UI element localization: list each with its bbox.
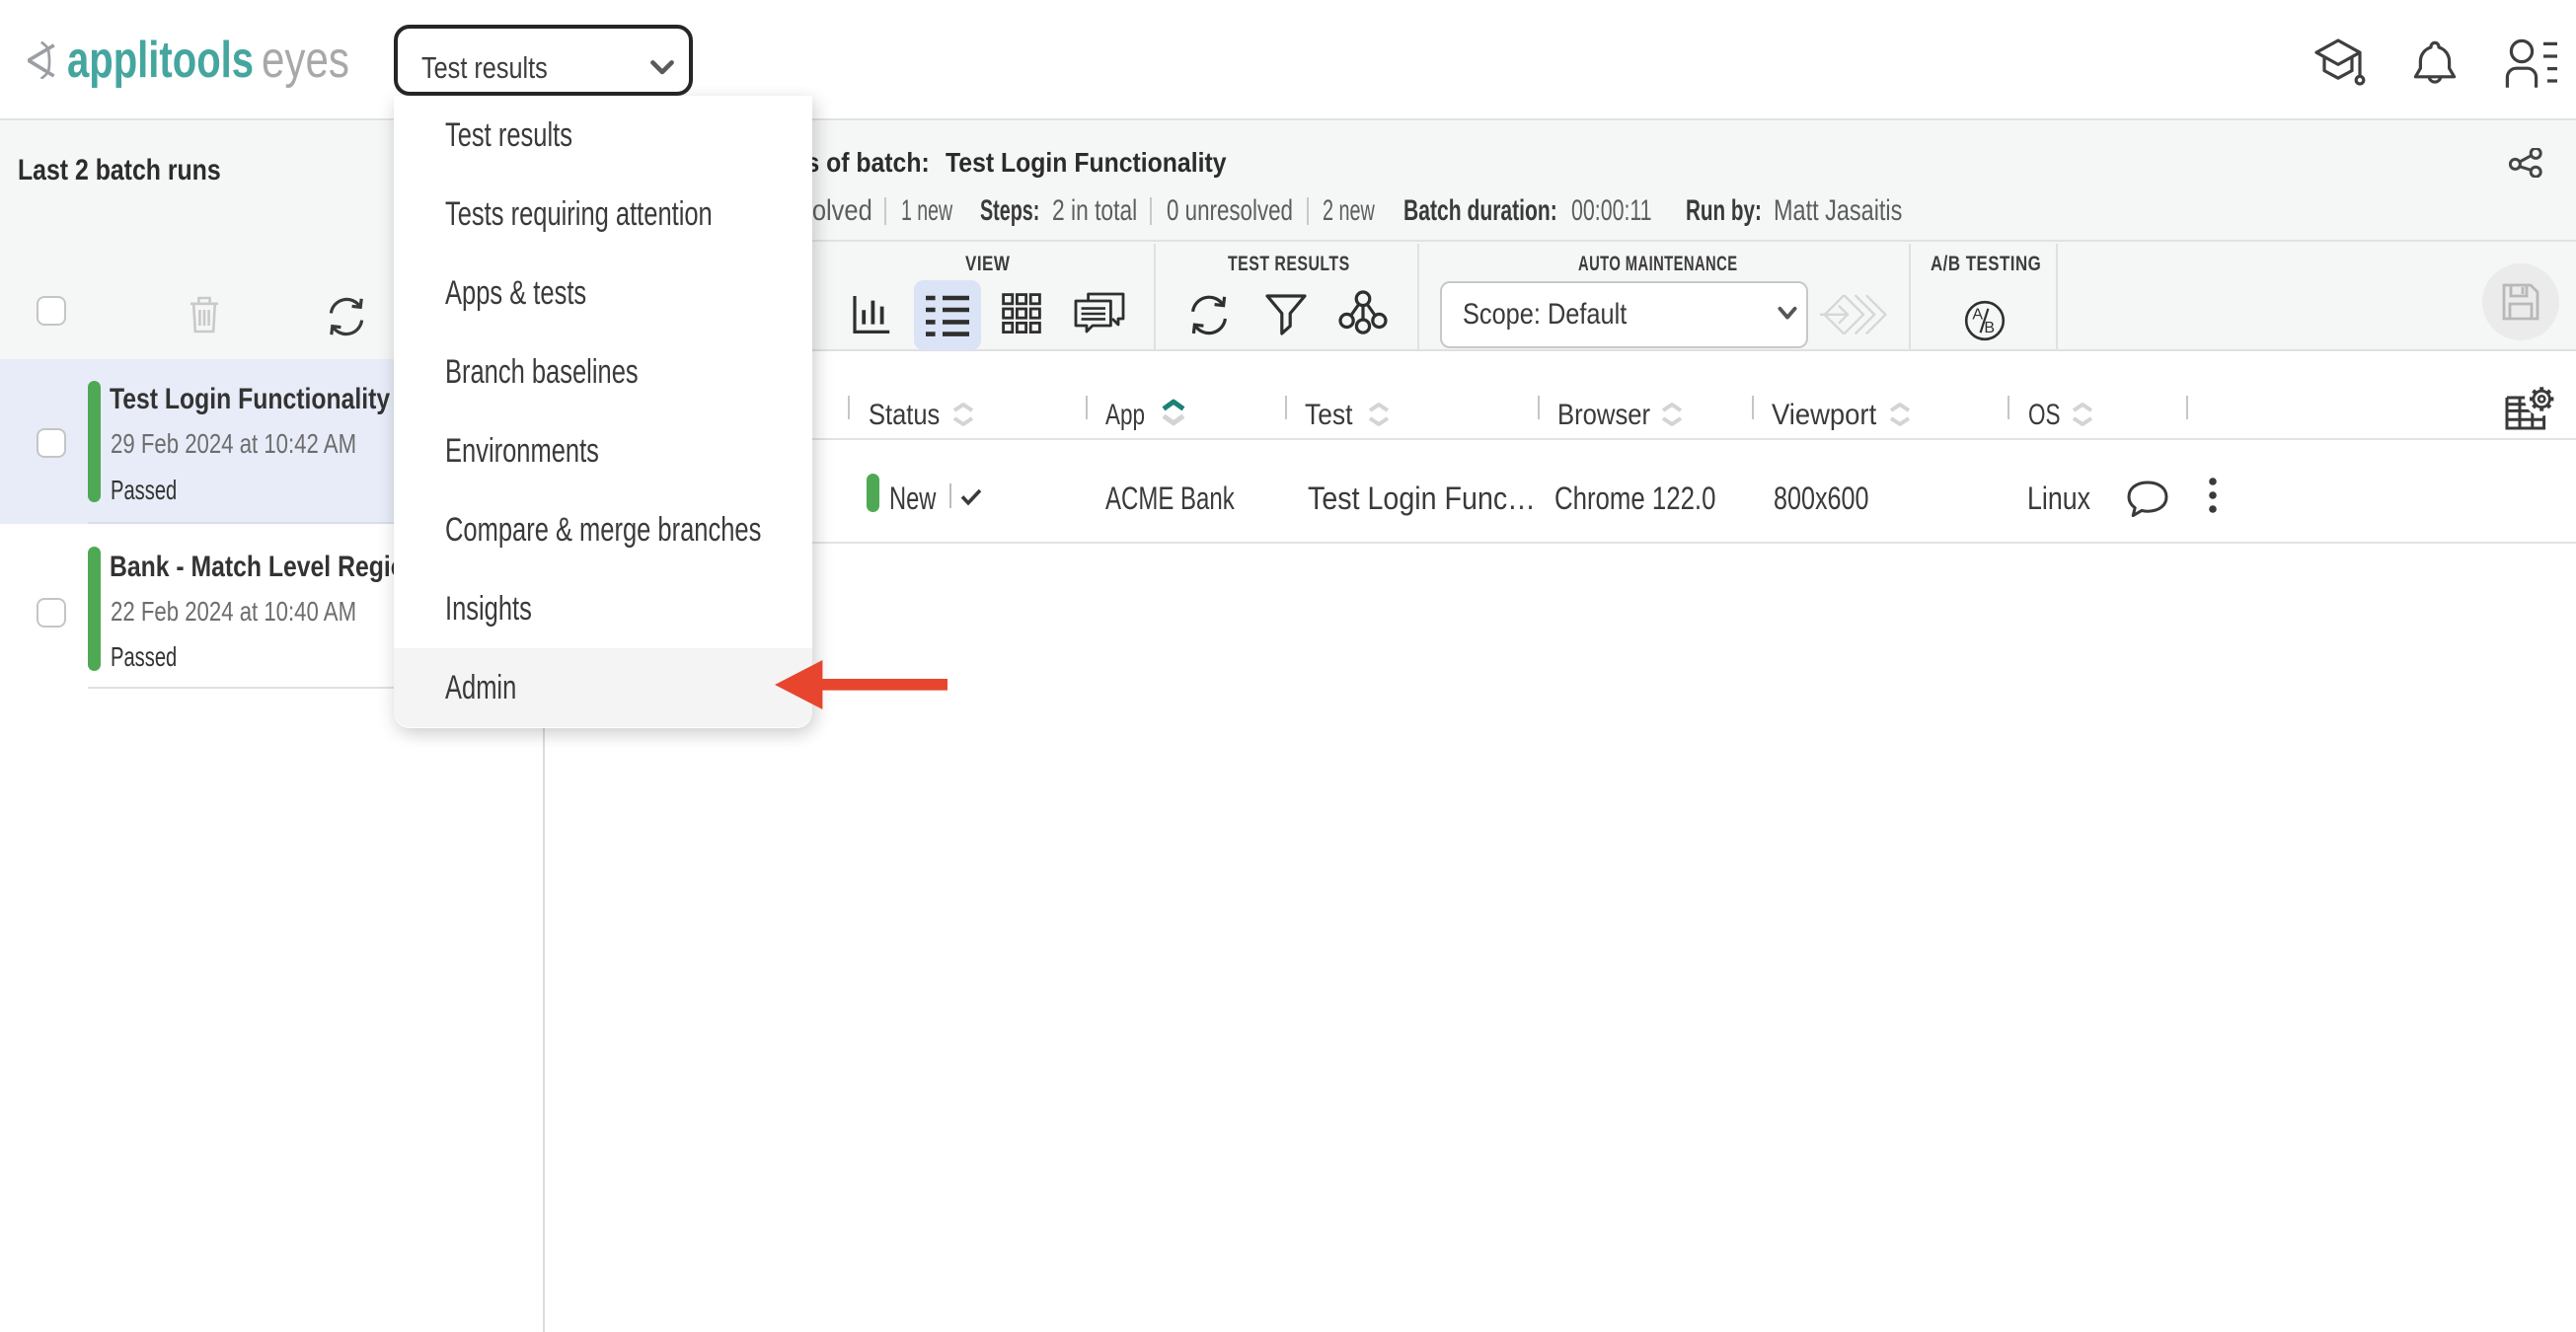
svg-text:A: A — [1972, 307, 1983, 324]
svg-text:B: B — [1984, 320, 1995, 336]
